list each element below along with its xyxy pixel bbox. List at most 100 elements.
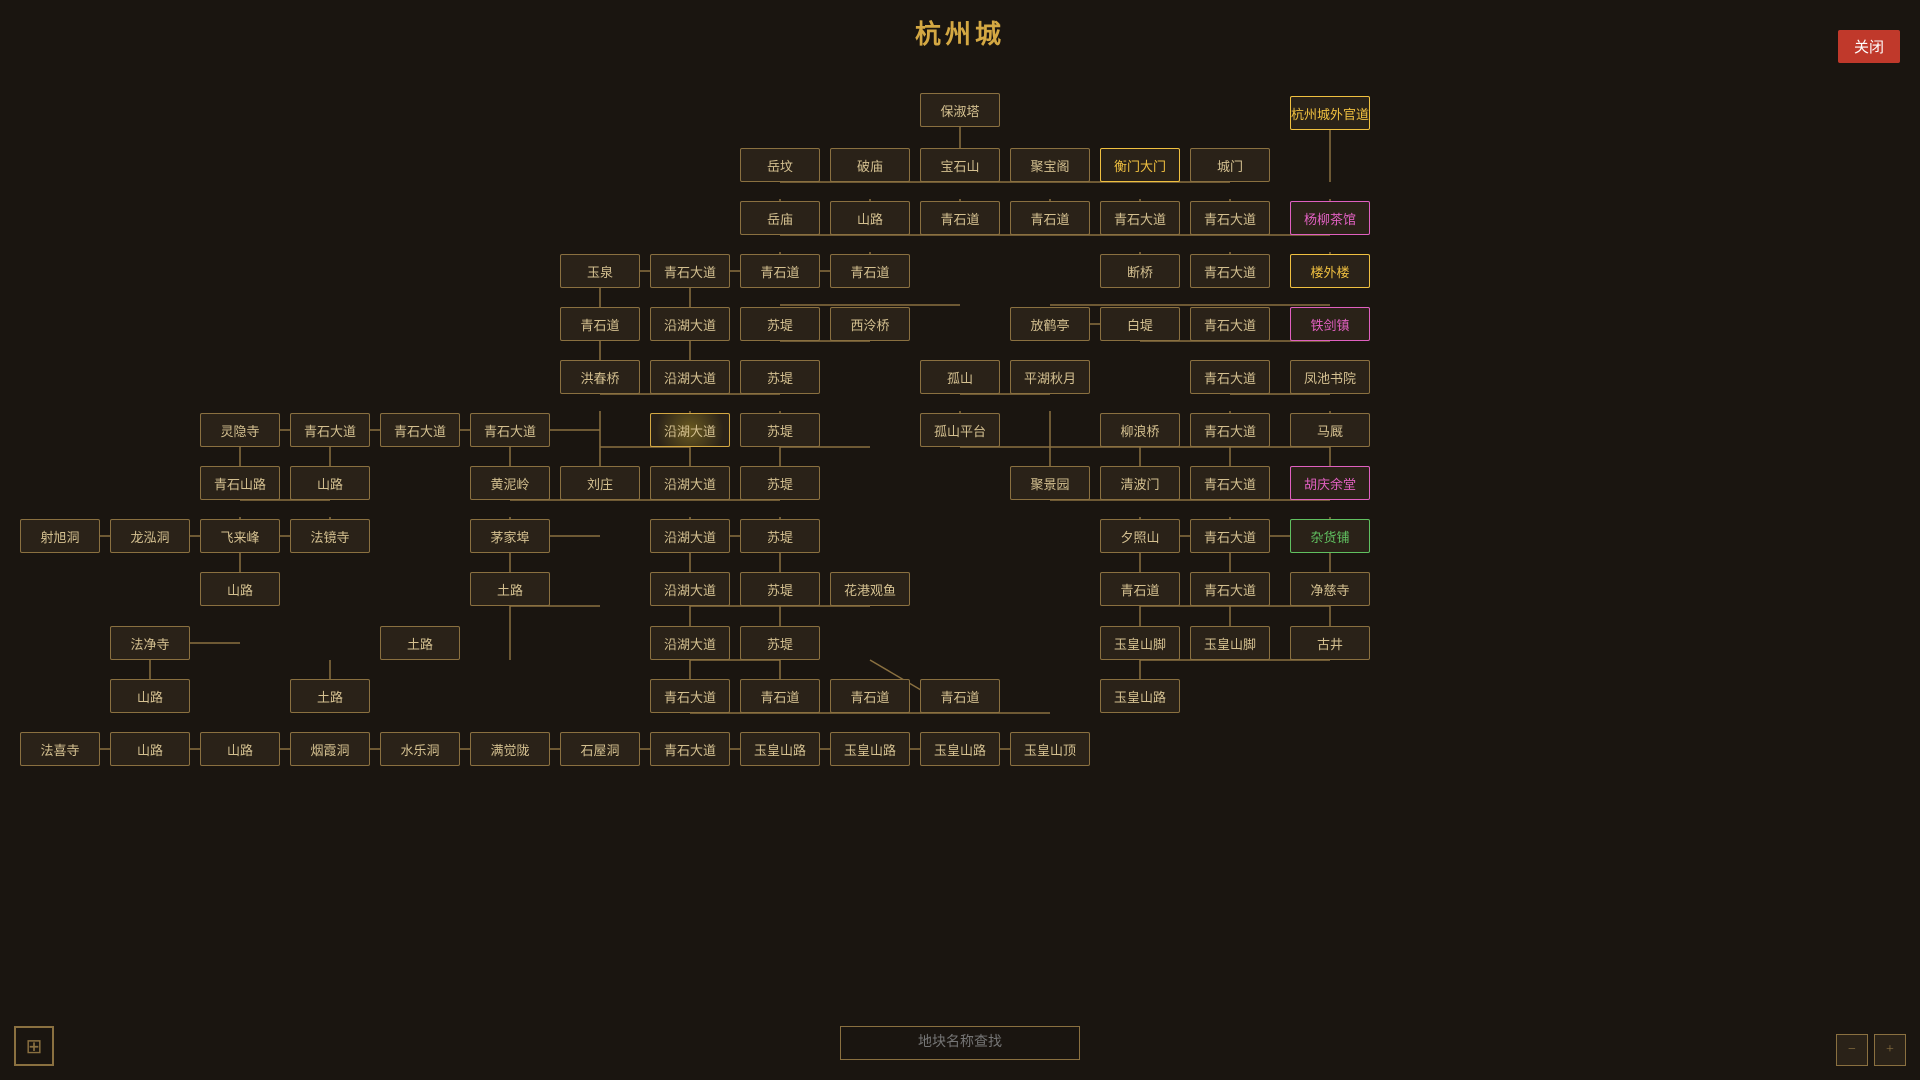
node-shanlu6[interactable]: 山路 — [200, 732, 280, 766]
node-sudi2[interactable]: 苏堤 — [740, 360, 820, 394]
node-liulanqiao[interactable]: 柳浪桥 — [1100, 413, 1180, 447]
node-fanghe_ting[interactable]: 放鹤亭 — [1010, 307, 1090, 341]
node-shanlu3[interactable]: 山路 — [200, 572, 280, 606]
node-sudi1[interactable]: 苏堤 — [740, 307, 820, 341]
node-tiejian_zhen[interactable]: 铁剑镇 — [1290, 307, 1370, 341]
node-qingshidao1[interactable]: 青石道 — [920, 201, 1000, 235]
node-xizhao_shan[interactable]: 夕照山 — [1100, 519, 1180, 553]
node-qingshidadao2[interactable]: 青石大道 — [650, 254, 730, 288]
node-shanlu1[interactable]: 山路 — [830, 201, 910, 235]
node-jubaoige[interactable]: 聚宝阁 — [1010, 148, 1090, 182]
node-shexu_dong[interactable]: 射旭洞 — [20, 519, 100, 553]
node-huqing_yutang[interactable]: 胡庆余堂 — [1290, 466, 1370, 500]
node-qingshidao6[interactable]: 青石道 — [560, 307, 640, 341]
node-qingshi_dadao9[interactable]: 青石大道 — [1190, 413, 1270, 447]
node-fengchi_shuyuan[interactable]: 凤池书院 — [1290, 360, 1370, 394]
node-fajing_si2[interactable]: 法净寺 — [110, 626, 190, 660]
node-qingshi_dadao14[interactable]: 青石大道 — [650, 679, 730, 713]
node-sudi7[interactable]: 苏堤 — [740, 626, 820, 660]
node-shanlu2[interactable]: 山路 — [290, 466, 370, 500]
node-tulu3[interactable]: 土路 — [290, 679, 370, 713]
node-qingshidadao3[interactable]: 青石大道 — [1190, 254, 1270, 288]
node-jujing_yuan[interactable]: 聚景园 — [1010, 466, 1090, 500]
node-sudi5[interactable]: 苏堤 — [740, 519, 820, 553]
node-huagang_guanyu[interactable]: 花港观鱼 — [830, 572, 910, 606]
node-longpan_dong[interactable]: 龙泓洞 — [110, 519, 190, 553]
node-mafang[interactable]: 马厩 — [1290, 413, 1370, 447]
node-qingshi_dadao11[interactable]: 青石大道 — [1190, 519, 1270, 553]
node-yanhu_dadao6[interactable]: 沿湖大道 — [650, 572, 730, 606]
node-louwaIou[interactable]: 楼外楼 — [1290, 254, 1370, 288]
node-qingshi_dadao8[interactable]: 青石大道 — [470, 413, 550, 447]
node-shiwu_dong[interactable]: 石屋洞 — [560, 732, 640, 766]
node-yuguan_shanjiao2[interactable]: 玉皇山脚 — [1190, 626, 1270, 660]
node-qingshidao3[interactable]: 青石大道 — [1100, 201, 1180, 235]
node-pinghu_qiuyue[interactable]: 平湖秋月 — [1010, 360, 1090, 394]
node-yuemiao[interactable]: 岳庙 — [740, 201, 820, 235]
node-yuquan[interactable]: 玉泉 — [560, 254, 640, 288]
node-faxiang_si[interactable]: 法喜寺 — [20, 732, 100, 766]
node-qingbo_men[interactable]: 清波门 — [1100, 466, 1180, 500]
node-baidi[interactable]: 白堤 — [1100, 307, 1180, 341]
node-yanxia_dong[interactable]: 烟霞洞 — [290, 732, 370, 766]
node-tulu1[interactable]: 土路 — [470, 572, 550, 606]
node-gushan[interactable]: 孤山 — [920, 360, 1000, 394]
node-pomiao[interactable]: 破庙 — [830, 148, 910, 182]
node-lingyin_si[interactable]: 灵隐寺 — [200, 413, 280, 447]
node-qingshi_dadao13[interactable]: 青石大道 — [1190, 572, 1270, 606]
node-yanhu_dadao2[interactable]: 沿湖大道 — [650, 360, 730, 394]
node-qingshi_dao17[interactable]: 青石道 — [920, 679, 1000, 713]
node-yuefeng[interactable]: 岳坟 — [740, 148, 820, 182]
node-qingshi_dadao6[interactable]: 青石大道 — [290, 413, 370, 447]
node-sudi6[interactable]: 苏堤 — [740, 572, 820, 606]
node-liuzhuang[interactable]: 刘庄 — [560, 466, 640, 500]
node-hangzhou_wai[interactable]: 杭州城外官道 — [1290, 96, 1370, 130]
node-yanhu_dadao5[interactable]: 沿湖大道 — [650, 519, 730, 553]
node-sudi3[interactable]: 苏堤 — [740, 413, 820, 447]
node-yuhuang_shanlu[interactable]: 玉皇山路 — [1100, 679, 1180, 713]
search-bar[interactable] — [840, 1026, 1080, 1060]
node-gujing[interactable]: 古井 — [1290, 626, 1370, 660]
node-yanhu_dadao1[interactable]: 沿湖大道 — [650, 307, 730, 341]
node-yuhuang_shanlu3[interactable]: 玉皇山路 — [830, 732, 910, 766]
node-hongchunqiao[interactable]: 洪春桥 — [560, 360, 640, 394]
node-maojia_bu[interactable]: 茅家埠 — [470, 519, 550, 553]
node-baosuta[interactable]: 保淑塔 — [920, 93, 1000, 127]
node-qingshi_dadao10[interactable]: 青石大道 — [1190, 466, 1270, 500]
node-jingci_si[interactable]: 净慈寺 — [1290, 572, 1370, 606]
node-qingshi_dao16[interactable]: 青石道 — [830, 679, 910, 713]
node-yuhuang_shanjiao[interactable]: 玉皇山脚 — [1100, 626, 1180, 660]
node-xilengqiao[interactable]: 西泠桥 — [830, 307, 910, 341]
node-yangliu_chaguan[interactable]: 杨柳茶馆 — [1290, 201, 1370, 235]
node-shanlu5[interactable]: 山路 — [110, 732, 190, 766]
node-yanhu_dadao7[interactable]: 沿湖大道 — [650, 626, 730, 660]
node-chengmen[interactable]: 城门 — [1190, 148, 1270, 182]
node-sudi4[interactable]: 苏堤 — [740, 466, 820, 500]
node-zahuo_pu[interactable]: 杂货铺 — [1290, 519, 1370, 553]
node-manjuelong[interactable]: 满觉陇 — [470, 732, 550, 766]
node-qingshidao5[interactable]: 青石道 — [830, 254, 910, 288]
node-yuhuang_shanlu4[interactable]: 玉皇山路 — [920, 732, 1000, 766]
node-duanqiao[interactable]: 断桥 — [1100, 254, 1180, 288]
node-qingshidadao5[interactable]: 青石大道 — [1190, 360, 1270, 394]
node-qingshi_shanlu[interactable]: 青石山路 — [200, 466, 280, 500]
node-qingshi_dao12[interactable]: 青石道 — [1100, 572, 1180, 606]
node-shuiledong[interactable]: 水乐洞 — [380, 732, 460, 766]
node-qingshidadao1[interactable]: 青石大道 — [1190, 201, 1270, 235]
search-input[interactable] — [840, 1026, 1080, 1060]
node-gushan_pingtai[interactable]: 孤山平台 — [920, 413, 1000, 447]
node-qingshi_dao15[interactable]: 青石道 — [740, 679, 820, 713]
node-qingshidao2[interactable]: 青石道 — [1010, 201, 1090, 235]
node-tulu2[interactable]: 土路 — [380, 626, 460, 660]
node-yanhu_dadao4[interactable]: 沿湖大道 — [650, 466, 730, 500]
node-qingshidadao4[interactable]: 青石大道 — [1190, 307, 1270, 341]
node-yuhuang_shanlu2[interactable]: 玉皇山路 — [740, 732, 820, 766]
node-baoshishan[interactable]: 宝石山 — [920, 148, 1000, 182]
node-henmen_damen[interactable]: 衡门大门 — [1100, 148, 1180, 182]
node-shanlu4[interactable]: 山路 — [110, 679, 190, 713]
node-qingshi_dadao18[interactable]: 青石大道 — [650, 732, 730, 766]
zoom-minus-button[interactable]: − — [1836, 1034, 1868, 1066]
node-yuhuang_shanding[interactable]: 玉皇山顶 — [1010, 732, 1090, 766]
node-fajing_si[interactable]: 法镜寺 — [290, 519, 370, 553]
zoom-plus-button[interactable]: + — [1874, 1034, 1906, 1066]
